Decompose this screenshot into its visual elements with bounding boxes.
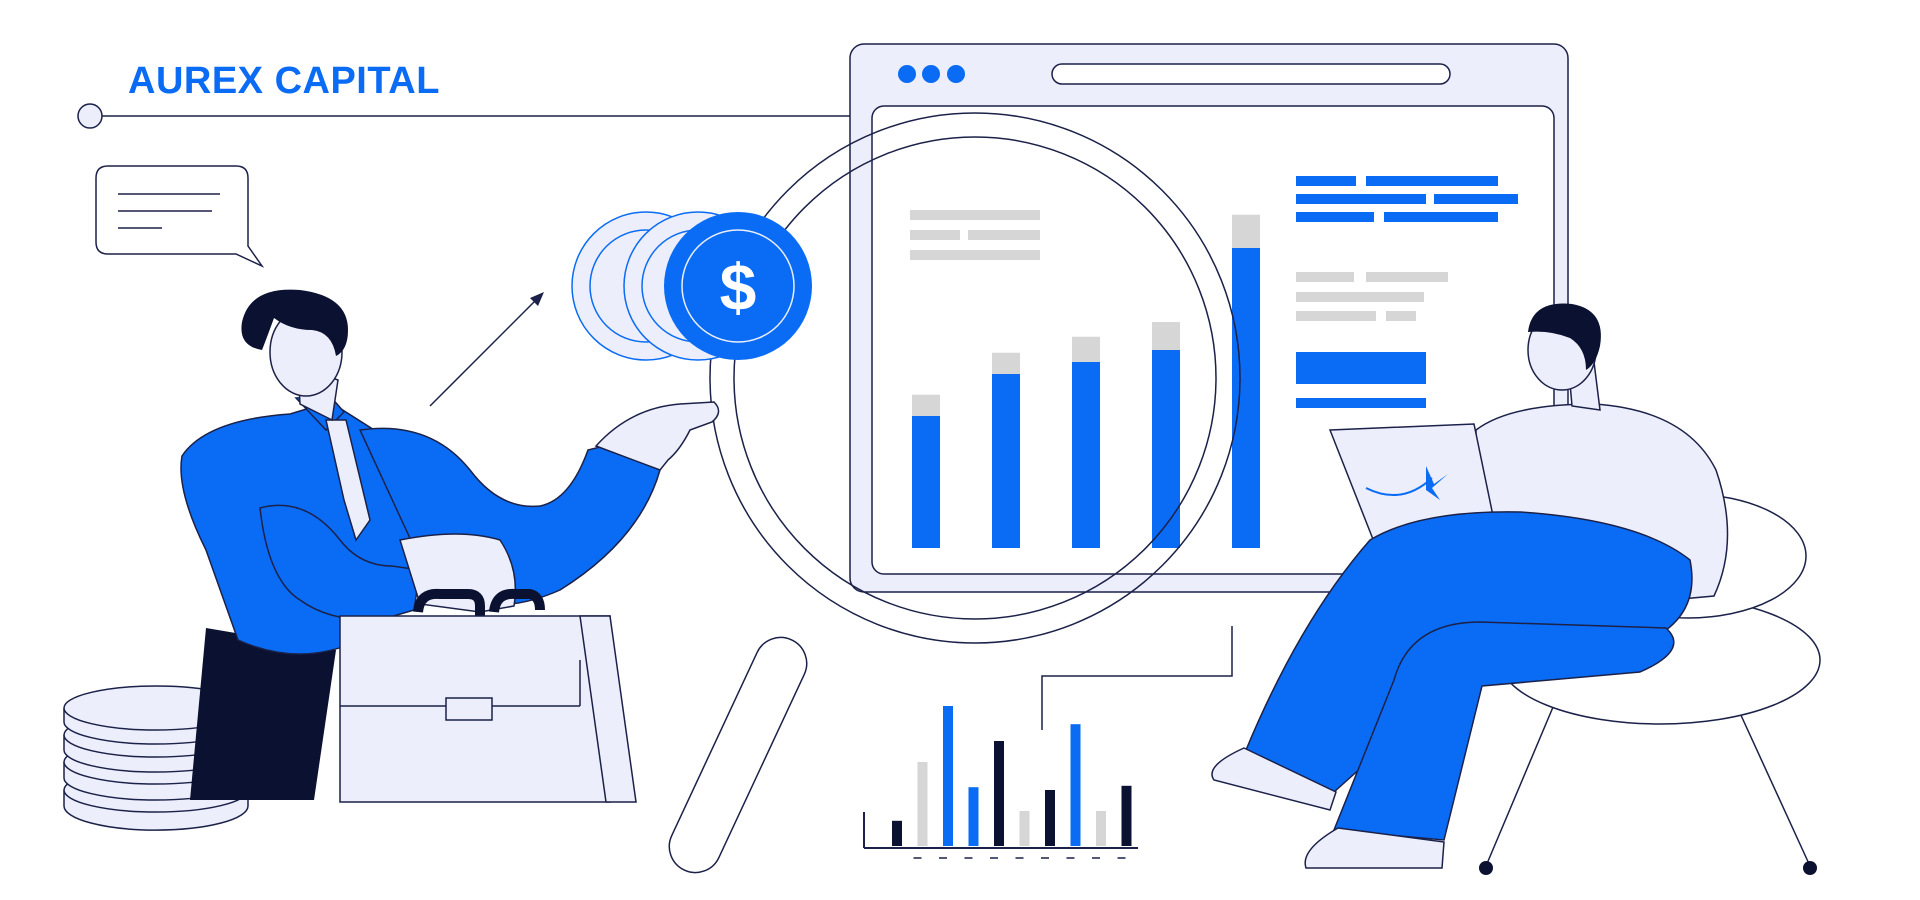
mini-bar <box>1045 790 1055 846</box>
dashboard-bar-cap <box>1072 336 1100 362</box>
dashboard-bar <box>992 374 1020 548</box>
mini-bar <box>1019 811 1030 846</box>
dashboard-bar <box>1232 248 1260 548</box>
mini-bar <box>917 762 928 846</box>
dashboard-bar <box>912 416 940 548</box>
dollar-sign-icon: $ <box>720 250 757 324</box>
dashboard-bar <box>1152 350 1180 548</box>
chart-connector <box>1041 626 1233 730</box>
mini-bar <box>1070 724 1081 846</box>
mini-bar <box>994 741 1004 846</box>
dashboard-bar-cap <box>912 394 940 416</box>
dashboard-bar <box>1072 362 1100 548</box>
mini-bar <box>968 787 979 846</box>
mini-bar-chart <box>863 706 1138 859</box>
growth-arrow-icon <box>429 292 544 407</box>
businessman-figure <box>180 289 720 803</box>
mini-bar <box>892 820 902 846</box>
window-dot <box>947 65 965 83</box>
brand-title: AUREX CAPITAL <box>128 60 440 102</box>
finance-illustration: $ <box>63 43 1821 875</box>
dashboard-bar-cap <box>992 352 1020 374</box>
window-dot <box>898 65 916 83</box>
dashboard-bar-cap <box>1232 214 1260 248</box>
window-dot <box>922 65 940 83</box>
speech-bubble-icon <box>95 165 265 268</box>
summary-line <box>1296 398 1426 408</box>
coin-stack-icon: $ <box>571 211 812 361</box>
mini-bar <box>1121 785 1132 846</box>
address-bar <box>1051 63 1451 85</box>
placeholder-text-blue <box>1296 176 1518 222</box>
placeholder-text-gray <box>910 210 1040 260</box>
dashboard-bar-cap <box>1152 322 1180 350</box>
illustration-canvas: $ AUREX CAPITAL <box>0 0 1920 900</box>
header-connector <box>77 103 860 129</box>
mini-bar <box>943 706 953 846</box>
mini-bar <box>1096 811 1106 846</box>
summary-block <box>1296 352 1426 384</box>
